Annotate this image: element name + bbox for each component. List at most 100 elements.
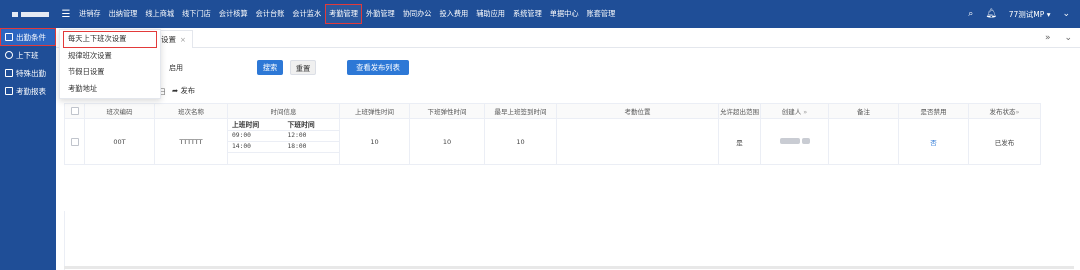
tab-bar: 设置 × » ⌄ — [56, 28, 1080, 48]
menu-item-ledger[interactable]: 会计台账 — [252, 4, 289, 24]
cell-earliest-sign: 10 — [484, 118, 557, 165]
off-time-1: 12:00 — [283, 130, 339, 142]
work-time-2: 14:00 — [228, 141, 284, 153]
col-header-off-flex: 下班弹性时间 — [409, 103, 485, 119]
clock-icon — [5, 51, 13, 59]
menu-item-system[interactable]: 系统管理 — [509, 4, 546, 24]
col-header-name: 班次名称 — [154, 103, 228, 119]
publish-button[interactable]: ➦ 发布 — [172, 86, 195, 96]
user-menu[interactable]: 77测试MP ▾ — [1009, 9, 1051, 20]
bell-icon[interactable]: 🔔︎ — [985, 9, 996, 19]
report-icon — [5, 87, 13, 95]
cell-time-info: 上班时间 下班时间 09:00 12:00 14:00 18:00 — [227, 118, 340, 165]
search-icon[interactable]: ⌕ — [968, 9, 973, 19]
menu-item-aux-apps[interactable]: 辅助应用 — [472, 4, 509, 24]
close-icon[interactable]: × — [180, 36, 186, 44]
redacted-creator — [779, 137, 800, 144]
row-checkbox[interactable] — [70, 137, 79, 146]
cell-publish-status: 已发布 — [968, 118, 1041, 165]
col-header-publish-status: 发布状态» — [968, 103, 1041, 119]
submenu-item-attendance-address[interactable]: 考勤地址 — [60, 81, 160, 98]
sidebar: 出勤条件 上下班 特殊出勤 考勤报表 — [0, 28, 56, 270]
company-logo — [0, 0, 56, 28]
select-all-checkbox[interactable] — [70, 107, 79, 115]
menu-item-accounting[interactable]: 会计核算 — [215, 4, 252, 24]
sidebar-item-commute[interactable]: 上下班 — [0, 46, 56, 64]
menu-item-offline-store[interactable]: 线下门店 — [178, 4, 215, 24]
status-select[interactable]: 启用 ▼ — [166, 61, 306, 75]
menu-item-attendance[interactable]: 考勤管理 — [325, 4, 362, 24]
menu-item-collaboration[interactable]: 协同办公 — [399, 4, 436, 24]
menu-item-expenses[interactable]: 投入费用 — [435, 4, 472, 24]
chevron-down-icon[interactable]: ⌄ — [1064, 33, 1072, 43]
col-header-code: 班次编码 — [84, 103, 155, 119]
table-header-row: 班次编码 班次名称 时间信息 上班弹性时间 下班弹性时间 最早上班签到时间 考勤… — [64, 103, 1041, 119]
send-icon: ➦ — [172, 86, 179, 95]
reset-button[interactable]: 重置 — [290, 60, 316, 75]
submenu-item-daily-shift[interactable]: 每天上下班次设置 — [63, 31, 157, 48]
col-header-creator: 创建人 » — [760, 103, 829, 119]
select-all-cell[interactable] — [64, 103, 85, 119]
cell-location — [556, 118, 719, 165]
cell-disabled-link[interactable]: 否 — [898, 118, 969, 165]
menu-item-audit[interactable]: 会计监水 — [288, 4, 325, 24]
off-time-header: 下班时间 — [283, 119, 339, 131]
search-button[interactable]: 搜索 — [257, 60, 283, 75]
calendar-icon — [5, 33, 13, 41]
menu-item-online-mall[interactable]: 线上商城 — [141, 4, 178, 24]
double-chevron-right-icon[interactable]: » — [1045, 33, 1051, 43]
row-select-cell[interactable] — [64, 118, 85, 165]
caret-down-icon: ▾ — [1046, 9, 1051, 19]
chevron-down-icon[interactable]: ⌄ — [1062, 9, 1070, 19]
cell-off-flex: 10 — [409, 118, 485, 165]
redacted-creator-extra — [801, 137, 810, 144]
submenu-item-holiday[interactable]: 节假日设置 — [60, 64, 160, 81]
double-chevron-right-icon[interactable]: » — [1016, 108, 1020, 116]
menu-toggle-icon[interactable]: ☰ — [59, 9, 73, 20]
table-empty-area — [64, 211, 1020, 270]
top-navbar: ☰ 进销存 出纳管理 线上商城 线下门店 会计核算 会计台账 会计监水 考勤管理… — [0, 0, 1080, 28]
table-row[interactable]: 00T TTTTTT 上班时间 下班时间 09:00 12:00 14:00 1… — [64, 118, 1041, 165]
publish-status-header-label: 发布状态 — [989, 108, 1016, 116]
sidebar-item-special-attendance[interactable]: 特殊出勤 — [0, 64, 56, 82]
shift-table: 班次编码 班次名称 时间信息 上班弹性时间 下班弹性时间 最早上班签到时间 考勤… — [64, 103, 1041, 165]
checkbox-icon — [5, 69, 13, 77]
cell-allow-out: 是 — [718, 118, 761, 165]
col-header-work-flex: 上班弹性时间 — [339, 103, 410, 119]
filter-bar: 启用 ▼ 搜索 重置 查看发布列表 — [56, 48, 1080, 84]
col-header-remark: 备注 — [828, 103, 899, 119]
col-header-time-info: 时间信息 — [227, 103, 340, 119]
double-chevron-right-icon[interactable]: » — [803, 108, 807, 116]
menu-item-field-work[interactable]: 外勤管理 — [362, 4, 399, 24]
tab-bar-controls: » ⌄ — [1045, 28, 1072, 48]
sidebar-item-attendance-conditions[interactable]: 出勤条件 — [0, 28, 56, 46]
creator-header-label: 创建人 — [781, 108, 802, 116]
col-header-disabled: 是否禁用 — [898, 103, 969, 119]
col-header-allow-out: 允许超出范围 — [718, 103, 761, 119]
menu-item-inventory[interactable]: 进销存 — [75, 4, 105, 24]
view-publish-list-button[interactable]: 查看发布列表 — [347, 60, 409, 75]
main-content: 启用 ▼ 搜索 重置 查看发布列表 日 ➦ 发布 班次编码 班次名称 时间信息 … — [56, 48, 1080, 270]
sidebar-item-label: 考勤报表 — [16, 86, 46, 96]
sidebar-item-label: 上下班 — [16, 50, 39, 60]
off-time-2: 18:00 — [283, 141, 339, 153]
col-header-location: 考勤位置 — [556, 103, 719, 119]
sidebar-item-attendance-report[interactable]: 考勤报表 — [0, 82, 56, 100]
menu-item-cashier[interactable]: 出纳管理 — [105, 4, 142, 24]
horizontal-scrollbar[interactable] — [64, 266, 1074, 269]
menu-item-accounts[interactable]: 账套管理 — [583, 4, 620, 24]
cell-code: 00T — [84, 118, 155, 165]
main-menu: 进销存 出纳管理 线上商城 线下门店 会计核算 会计台账 会计监水 考勤管理 外… — [75, 0, 619, 28]
cell-remark — [828, 118, 899, 165]
cell-name: TTTTTT — [154, 118, 228, 165]
cell-creator — [760, 118, 829, 165]
submenu-item-regular-shift[interactable]: 规律班次设置 — [60, 48, 160, 65]
user-name: 77测试MP — [1008, 9, 1045, 19]
sidebar-item-label: 特殊出勤 — [16, 68, 46, 78]
time-info-grid: 上班时间 下班时间 09:00 12:00 14:00 18:00 — [228, 119, 339, 153]
status-select-value: 启用 — [169, 64, 183, 72]
col-header-earliest-sign: 最早上班签到时间 — [484, 103, 557, 119]
sidebar-item-label: 出勤条件 — [16, 32, 46, 42]
publish-label: 发布 — [180, 86, 196, 95]
menu-item-documents[interactable]: 单据中心 — [546, 4, 583, 24]
